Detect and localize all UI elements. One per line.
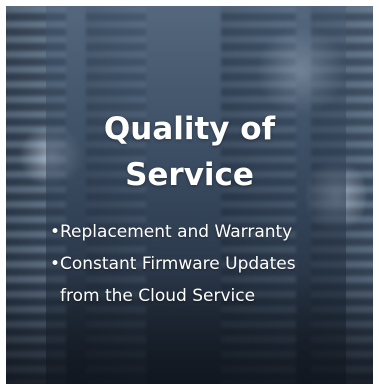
feature-list: • Replacement and Warranty • Constant Fi… — [50, 216, 296, 312]
card-title-line-1: Quality of — [103, 111, 276, 147]
feature-text: Replacement and Warranty — [60, 222, 293, 242]
feature-text-continued: from the Cloud Service — [60, 286, 256, 306]
card-title: Quality of Service — [6, 106, 373, 198]
card-title-line-2: Service — [125, 157, 254, 193]
feature-text: Constant Firmware Updates — [60, 254, 296, 274]
bullet-icon: • — [50, 254, 61, 274]
quality-of-service-card: Quality of Service • Replacement and War… — [6, 6, 373, 384]
feature-list-item: • Constant Firmware Updates from the Clo… — [50, 248, 296, 312]
feature-list-item: • Replacement and Warranty — [50, 216, 296, 248]
bullet-icon: • — [50, 222, 61, 242]
